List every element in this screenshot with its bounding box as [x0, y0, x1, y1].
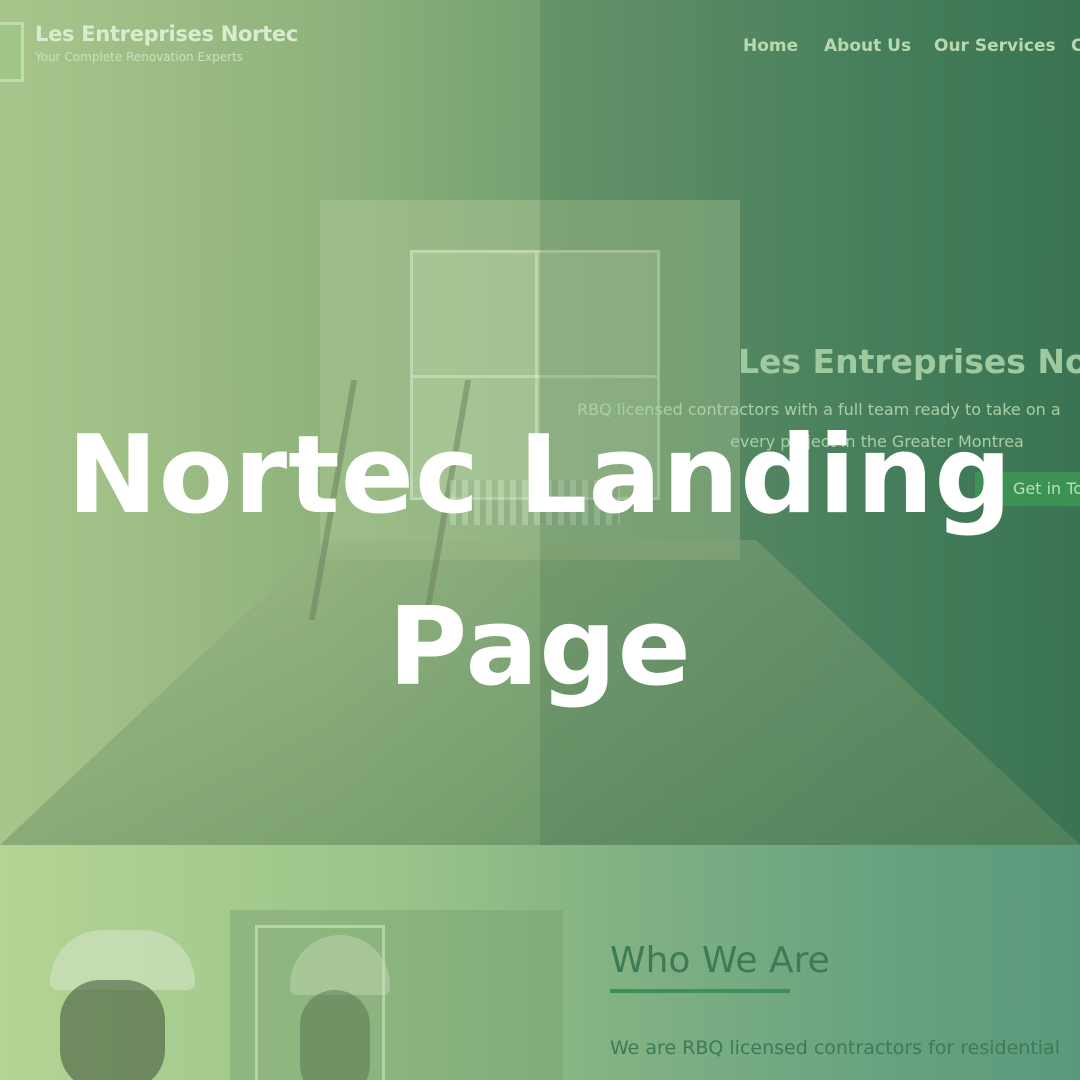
nav-our-services[interactable]: Our Services — [934, 36, 1056, 56]
overlay-title-line2: Page — [388, 585, 692, 710]
heading-underline — [610, 989, 790, 993]
nav-home[interactable]: Home — [743, 36, 798, 56]
about-section: Who We Are We are RBQ licensed contracto… — [0, 845, 1080, 1080]
house-logo-icon[interactable] — [0, 22, 24, 82]
about-text: We are RBQ licensed contractors for resi… — [610, 1037, 1060, 1059]
overlay-title: Nortec Landing Page — [0, 390, 1080, 734]
hero-title: Les Entreprises Nor — [738, 342, 1080, 381]
brand-tagline: Your Complete Renovation Experts — [35, 50, 244, 64]
overlay-title-line1: Nortec Landing — [67, 413, 1013, 538]
worker-face-2 — [300, 990, 370, 1080]
nav-about-us[interactable]: About Us — [824, 36, 911, 56]
workers-photo — [0, 910, 563, 1080]
about-heading: Who We Are — [610, 940, 830, 981]
worker-face — [60, 980, 165, 1080]
top-nav: Les Entreprises Nortec Your Complete Ren… — [0, 0, 1080, 90]
nav-contact[interactable]: C — [1071, 36, 1080, 56]
brand-name[interactable]: Les Entreprises Nortec — [35, 22, 298, 46]
